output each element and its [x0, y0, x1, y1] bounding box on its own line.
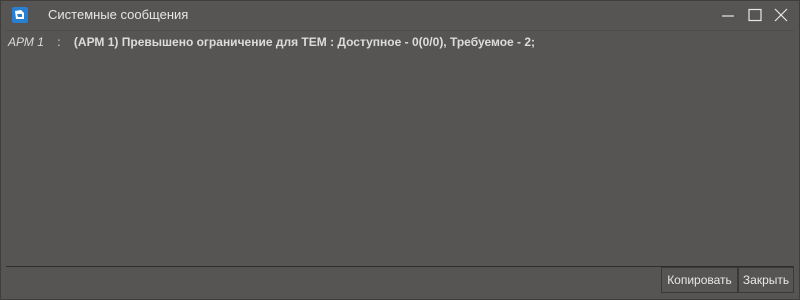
message-row[interactable]: АРМ 1 : (АРМ 1) Превышено ограничение дл… — [8, 35, 535, 49]
messages-list[interactable]: АРМ 1 : (АРМ 1) Превышено ограничение дл… — [6, 30, 794, 266]
window-title: Системные сообщения — [48, 7, 189, 22]
minimize-button[interactable] — [715, 1, 741, 29]
close-window-button[interactable] — [768, 1, 794, 29]
message-source: АРМ 1 — [8, 35, 44, 49]
copy-button[interactable]: Копировать — [661, 267, 738, 293]
close-icon — [774, 8, 788, 22]
system-messages-window: Системные сообщения АРМ 1 : (АРМ 1) Прев… — [0, 0, 800, 300]
maximize-button[interactable] — [742, 1, 768, 29]
message-separator: : — [57, 35, 61, 49]
close-button[interactable]: Закрыть — [738, 267, 794, 293]
message-text: (АРМ 1) Превышено ограничение для ТЕМ : … — [73, 35, 536, 49]
title-bar[interactable]: Системные сообщения — [1, 1, 799, 29]
maximize-icon — [748, 8, 762, 22]
minimize-icon — [722, 15, 734, 17]
app-icon — [12, 7, 28, 23]
